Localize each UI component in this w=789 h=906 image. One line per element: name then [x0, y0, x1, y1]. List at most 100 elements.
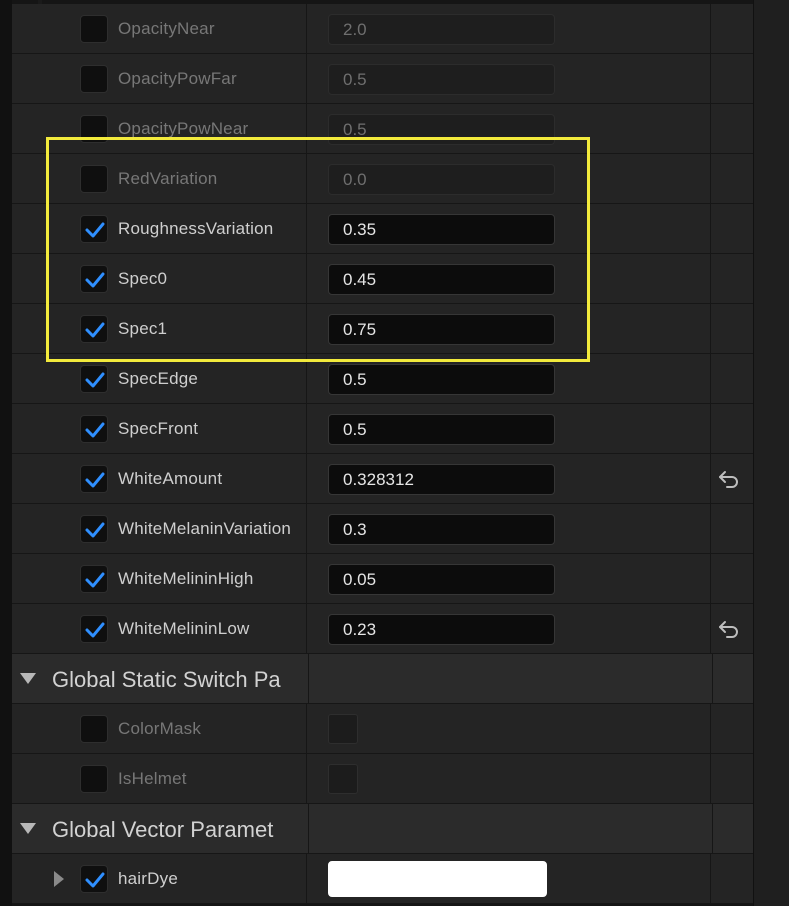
- param-name-cell: IsHelmet: [12, 754, 307, 803]
- param-reset-cell: [712, 704, 753, 753]
- param-name-label: Spec1: [118, 319, 168, 338]
- static-switch-row-colormask: ColorMask: [12, 704, 753, 754]
- param-value-cell: [308, 854, 711, 903]
- param-name-cell: OpacityPowNear: [12, 104, 307, 153]
- param-enable-checkbox[interactable]: [80, 765, 108, 793]
- reset-arrow-icon[interactable]: [718, 619, 740, 639]
- param-enable-checkbox[interactable]: [80, 65, 108, 93]
- triangle-down-icon[interactable]: [20, 673, 36, 684]
- param-name-cell: WhiteMelininHigh: [12, 554, 307, 603]
- param-row-spec0: Spec0 0.45: [12, 254, 753, 304]
- section-global-vector[interactable]: Global Vector Paramet: [12, 804, 753, 854]
- color-swatch[interactable]: [328, 861, 547, 897]
- param-enable-checkbox[interactable]: [80, 115, 108, 143]
- param-value-input[interactable]: 0.5: [328, 64, 555, 95]
- param-name-label: WhiteAmount: [118, 469, 223, 488]
- param-name-cell: Spec0: [12, 254, 307, 303]
- param-name-cell: WhiteMelaninVariation: [12, 504, 307, 553]
- column-divider: [712, 804, 713, 853]
- param-value-input[interactable]: 0.05: [328, 564, 555, 595]
- param-value-input[interactable]: 0.45: [328, 264, 555, 295]
- param-enable-checkbox[interactable]: [80, 265, 108, 293]
- param-reset-cell: [712, 104, 753, 153]
- param-row-redvariation: RedVariation 0.0: [12, 154, 753, 204]
- param-name-cell: SpecFront: [12, 404, 307, 453]
- param-reset-cell: [712, 404, 753, 453]
- param-enable-checkbox[interactable]: [80, 865, 108, 893]
- param-enable-checkbox[interactable]: [80, 615, 108, 643]
- param-reset-cell: [712, 354, 753, 403]
- section-title: Global Static Switch Pa: [52, 667, 281, 692]
- param-enable-checkbox[interactable]: [80, 315, 108, 343]
- param-row-whitemelininlow: WhiteMelininLow 0.23: [12, 604, 753, 654]
- param-name-label: OpacityNear: [118, 19, 215, 38]
- param-row-opacitynear: OpacityNear 2.0: [12, 4, 753, 54]
- param-reset-cell: [712, 204, 753, 253]
- param-reset-cell: [712, 304, 753, 353]
- param-enable-checkbox[interactable]: [80, 15, 108, 43]
- param-value-cell: 0.328312: [308, 454, 711, 503]
- param-value-input[interactable]: 0.0: [328, 164, 555, 195]
- scrollbar-track[interactable]: [753, 0, 789, 906]
- param-enable-checkbox[interactable]: [80, 465, 108, 493]
- param-row-spec1: Spec1 0.75: [12, 304, 753, 354]
- param-name-label: WhiteMelininLow: [118, 619, 250, 638]
- param-enable-checkbox[interactable]: [80, 715, 108, 743]
- param-reset-cell: [712, 604, 753, 653]
- triangle-right-icon[interactable]: [54, 871, 64, 887]
- section-title: Global Vector Paramet: [52, 817, 274, 842]
- param-name-label: ColorMask: [118, 719, 202, 738]
- param-value-input[interactable]: 0.3: [328, 514, 555, 545]
- param-name-cell: OpacityPowFar: [12, 54, 307, 103]
- param-value-input[interactable]: 0.328312: [328, 464, 555, 495]
- param-value-input[interactable]: 0.23: [328, 614, 555, 645]
- param-value-cell: 0.0: [308, 154, 711, 203]
- param-value-input[interactable]: 2.0: [328, 14, 555, 45]
- param-enable-checkbox[interactable]: [80, 515, 108, 543]
- param-enable-checkbox[interactable]: [80, 365, 108, 393]
- param-reset-cell: [712, 254, 753, 303]
- param-value-input[interactable]: 0.75: [328, 314, 555, 345]
- param-name-label: OpacityPowFar: [118, 69, 237, 88]
- param-name-label: WhiteMelininHigh: [118, 569, 254, 588]
- reset-arrow-icon[interactable]: [718, 469, 740, 489]
- param-name-cell: OpacityNear: [12, 4, 307, 53]
- static-switch-row-ishelmet: IsHelmet: [12, 754, 753, 804]
- param-name-cell: Spec1: [12, 304, 307, 353]
- param-value-input[interactable]: 0.5: [328, 414, 555, 445]
- param-value-cell: 0.5: [308, 354, 711, 403]
- param-name-label: SpecEdge: [118, 369, 199, 388]
- param-value-cell: 0.23: [308, 604, 711, 653]
- param-name-label: IsHelmet: [118, 769, 187, 788]
- left-gutter: [0, 0, 12, 906]
- param-name-label: RoughnessVariation: [118, 219, 274, 238]
- param-enable-checkbox[interactable]: [80, 165, 108, 193]
- param-enable-checkbox[interactable]: [80, 565, 108, 593]
- section-global-static-switch[interactable]: Global Static Switch Pa: [12, 654, 753, 704]
- param-name-cell: hairDye: [12, 854, 307, 903]
- switch-value-checkbox[interactable]: [328, 714, 358, 744]
- param-reset-cell: [712, 4, 753, 53]
- param-name-label: SpecFront: [118, 419, 199, 438]
- param-value-input[interactable]: 0.5: [328, 364, 555, 395]
- param-name-label: WhiteMelaninVariation: [118, 519, 292, 538]
- param-name-cell: RoughnessVariation: [12, 204, 307, 253]
- param-value-cell: 0.3: [308, 504, 711, 553]
- param-enable-checkbox[interactable]: [80, 415, 108, 443]
- param-reset-cell: [712, 554, 753, 603]
- param-value-input[interactable]: 0.35: [328, 214, 555, 245]
- param-value-cell: 0.5: [308, 54, 711, 103]
- param-value-cell: 0.75: [308, 304, 711, 353]
- param-value-input[interactable]: 0.5: [328, 114, 555, 145]
- param-name-cell: ColorMask: [12, 704, 307, 753]
- param-reset-cell: [712, 504, 753, 553]
- param-value-cell: 2.0: [308, 4, 711, 53]
- param-reset-cell: [712, 154, 753, 203]
- param-enable-checkbox[interactable]: [80, 215, 108, 243]
- param-reset-cell: [712, 854, 753, 903]
- column-divider: [308, 804, 309, 853]
- triangle-down-icon[interactable]: [20, 823, 36, 834]
- switch-value-checkbox[interactable]: [328, 764, 358, 794]
- column-divider: [712, 654, 713, 703]
- param-row-roughnessvariation: RoughnessVariation 0.35: [12, 204, 753, 254]
